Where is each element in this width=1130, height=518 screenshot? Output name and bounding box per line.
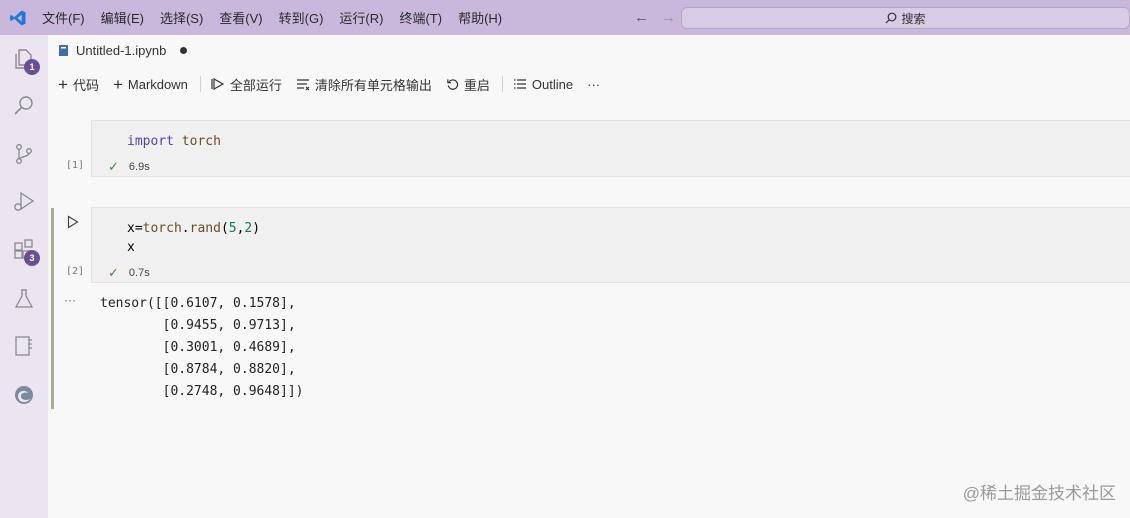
clear-outputs-icon [296,79,310,91]
watermark: @稀土掘金技术社区 [962,484,1116,503]
plus-icon: + [112,74,123,94]
plus-icon: + [58,74,68,94]
execution-count: [1] [66,160,85,171]
notebook-toolbar: + 代码 + Markdown 全部运行 清除所有单元格输出 重启 Outlin… [58,74,614,94]
search-icon [886,12,897,24]
cell-status: ✓ 6.9s [108,159,150,175]
run-debug-icon[interactable] [12,190,36,214]
search-label: 搜索 [901,11,926,26]
output-line: tensor([[0.6107, 0.1578], [100,296,296,311]
add-markdown-cell-button[interactable]: + Markdown [112,74,188,94]
execution-count: [2] [66,266,85,277]
extensions-badge: 3 [24,250,40,266]
cell-source[interactable]: x=torch.rand(5,2) x [127,219,260,257]
run-all-label: 全部运行 [229,77,282,93]
menu-bar: 文件(F) 编辑(E) 选择(S) 查看(V) 转到(G) 运行(R) 终端(T… [36,8,502,27]
menu-file[interactable]: 文件(F) [42,8,85,27]
tab-title: Untitled-1.ipynb [76,43,167,58]
vscode-logo-icon [0,0,36,35]
outline-list-icon [513,79,526,89]
notebook-file-icon [59,45,68,56]
tab-untitled-notebook[interactable]: Untitled-1.ipynb [58,43,188,58]
menu-selection[interactable]: 选择(S) [160,8,203,27]
clear-all-outputs-button[interactable]: 清除所有单元格输出 [296,75,432,94]
run-all-button[interactable]: 全部运行 [211,75,282,94]
outline-button[interactable]: Outline [513,77,573,92]
cell-source[interactable]: import torch [127,132,221,151]
add-code-cell-button[interactable]: + 代码 [58,75,99,94]
add-code-label: 代码 [72,77,99,93]
menu-edit[interactable]: 编辑(E) [101,8,144,27]
menu-terminal[interactable]: 终端(T) [399,8,442,27]
execution-time: 0.7s [128,267,150,279]
toolbar-divider [199,76,201,92]
toolbar-divider [501,76,503,92]
run-cell-play-icon[interactable] [67,215,79,234]
nav-arrows: ← → [634,9,676,26]
menu-go[interactable]: 转到(G) [279,8,324,27]
cell-output: tensor([[0.6107, 0.1578], [0.9455, 0.971… [100,293,304,403]
output-line: [0.2748, 0.9648]]) [100,384,304,399]
execution-time: 6.9s [128,161,150,173]
cell-focus-indicator [51,208,54,409]
add-markdown-label: Markdown [127,76,188,92]
menu-help[interactable]: 帮助(H) [458,8,502,27]
restart-label: 重启 [463,77,490,93]
source-control-icon[interactable] [12,142,36,166]
output-line: [0.3001, 0.4689], [100,340,296,355]
success-check-icon: ✓ [108,265,119,280]
search-activity-icon[interactable] [12,94,36,118]
cell-status: ✓ 0.7s [108,265,150,281]
title-bar: 文件(F) 编辑(E) 选择(S) 查看(V) 转到(G) 运行(R) 终端(T… [0,0,1130,35]
forward-arrow-icon[interactable]: → [661,9,676,26]
unsaved-dot-icon[interactable] [180,47,188,54]
back-arrow-icon[interactable]: ← [634,9,649,26]
output-more-actions-button[interactable]: ··· [64,293,76,307]
notebook-icon[interactable] [12,334,36,358]
menu-view[interactable]: 查看(V) [219,8,262,27]
output-line: [0.8784, 0.8820], [100,362,296,377]
testing-flask-icon[interactable] [12,287,36,311]
more-actions-label: ··· [587,76,601,92]
restart-kernel-button[interactable]: 重启 [446,75,490,94]
code-cell[interactable]: import torch ✓ 6.9s [91,120,1130,177]
editor-area: Untitled-1.ipynb + 代码 + Markdown 全部运行 清除… [48,35,1130,518]
edge-browser-icon[interactable] [12,383,36,407]
code-cell[interactable]: x=torch.rand(5,2) x ✓ 0.7s [91,207,1130,283]
success-check-icon: ✓ [108,159,119,174]
menu-run[interactable]: 运行(R) [339,8,383,27]
extensions-icon[interactable]: 3 [12,238,40,266]
output-line: [0.9455, 0.9713], [100,318,296,333]
clear-outputs-label: 清除所有单元格输出 [314,77,432,93]
outline-label: Outline [531,76,574,92]
run-all-icon [211,77,225,91]
command-center-search[interactable]: 搜索 [681,7,1130,29]
activity-bar: 1 3 [0,35,48,518]
explorer-badge: 1 [24,59,40,75]
restart-icon [447,78,459,90]
more-actions-button[interactable]: ··· [587,77,600,92]
explorer-icon[interactable]: 1 [12,47,40,75]
